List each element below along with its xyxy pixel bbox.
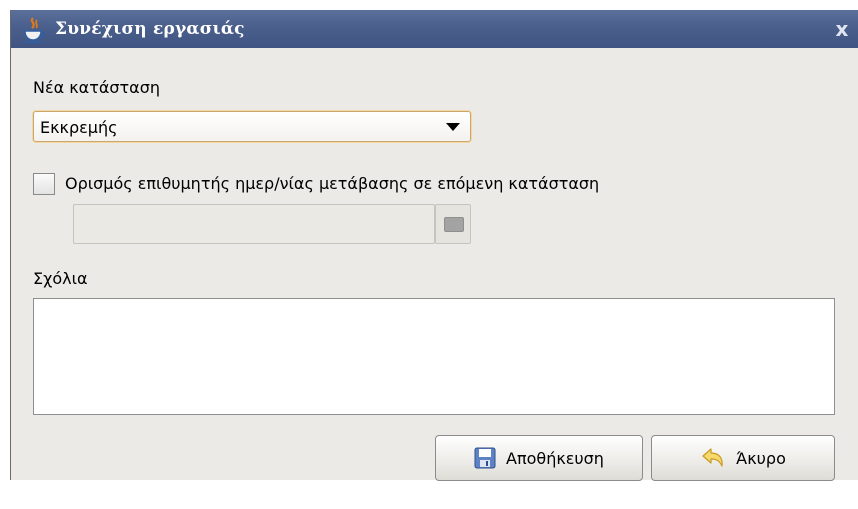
transition-date-label: Ορισμός επιθυμητής ημερ/νίας μετάβασης σ… <box>65 174 600 193</box>
cancel-button[interactable]: Άκυρο <box>651 435 835 481</box>
cancel-button-label: Άκυρο <box>736 448 786 468</box>
undo-arrow-icon <box>702 448 723 467</box>
save-button-label: Αποθήκευση <box>506 448 604 468</box>
comments-label: Σχόλια <box>33 269 88 288</box>
title-bar[interactable]: Συνέχιση εργασιάς x <box>11 10 858 48</box>
java-cup-icon <box>24 17 45 43</box>
dialog-window: Συνέχιση εργασιάς x Νέα κατάσταση Εκκρεμ… <box>10 10 858 481</box>
transition-date-field[interactable] <box>73 204 435 244</box>
new-status-select[interactable]: Εκκρεμής <box>33 111 471 142</box>
chevron-down-icon[interactable] <box>446 123 460 131</box>
new-status-label: Νέα κατάσταση <box>33 78 161 97</box>
date-picker-button[interactable] <box>435 204 471 244</box>
comments-textarea[interactable] <box>33 298 835 415</box>
save-button[interactable]: Αποθήκευση <box>435 435 643 481</box>
floppy-disk-icon <box>474 447 496 469</box>
window-title: Συνέχιση εργασιάς <box>55 19 245 39</box>
calendar-icon <box>444 217 464 232</box>
new-status-selected-value: Εκκρεμής <box>40 118 118 137</box>
close-button[interactable]: x <box>826 15 858 43</box>
transition-date-checkbox[interactable] <box>33 173 55 195</box>
